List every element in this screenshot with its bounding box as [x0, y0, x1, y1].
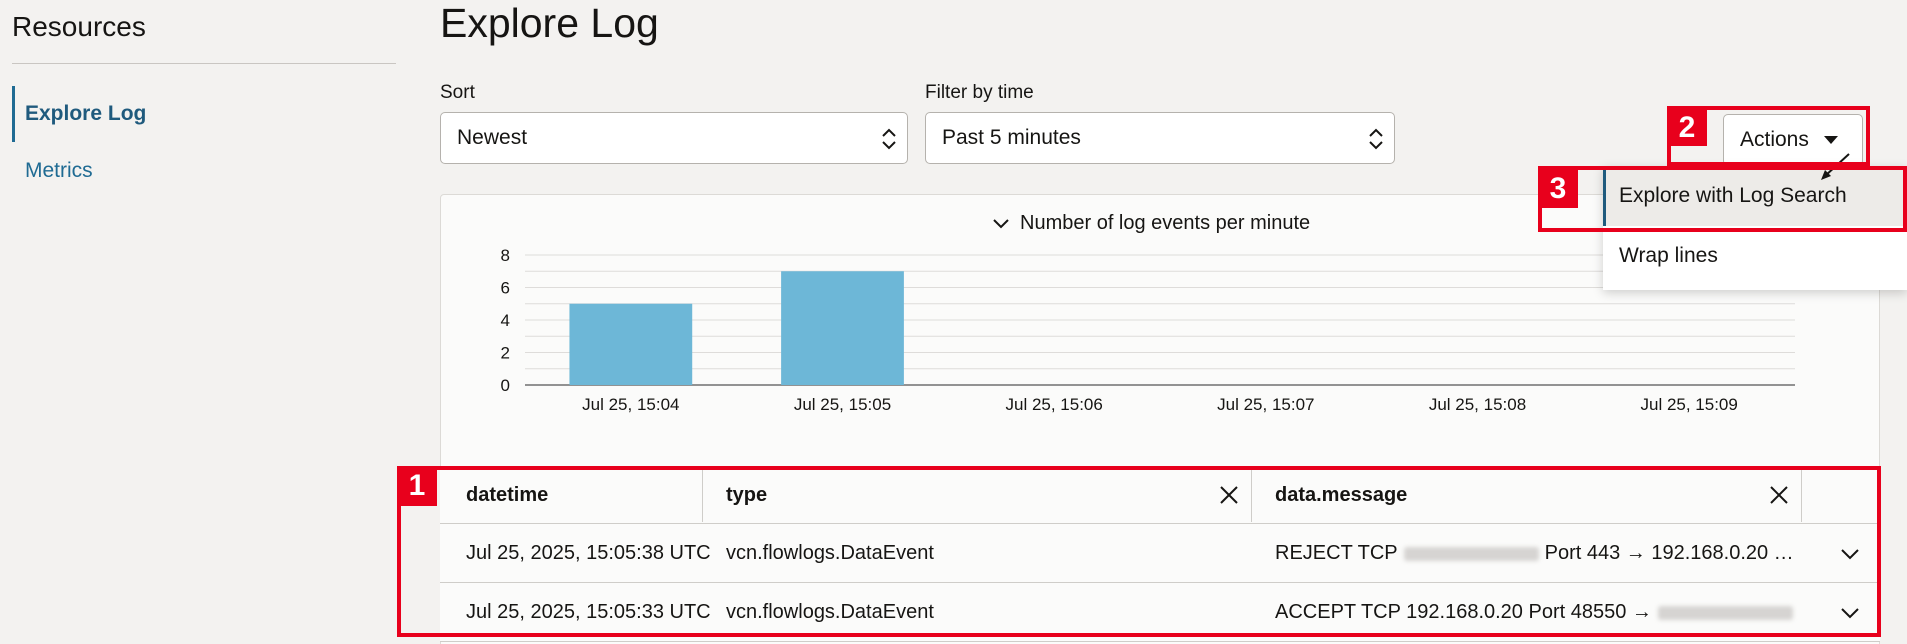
page-title: Explore Log — [440, 0, 659, 46]
filter-time-select[interactable]: Past 5 minutes — [925, 112, 1395, 164]
caret-down-icon — [1823, 136, 1838, 144]
remove-column-message-icon[interactable] — [1768, 484, 1790, 506]
y-tick-label: 6 — [501, 279, 510, 298]
x-tick-label: Jul 25, 15:06 — [1005, 395, 1102, 414]
filter-value: Past 5 minutes — [942, 126, 1081, 149]
sidebar-item-metrics[interactable]: Metrics — [12, 143, 392, 199]
table-row[interactable]: Jul 25, 2025, 15:05:33 UTC vcn.flowlogs.… — [440, 583, 1880, 642]
column-separator[interactable] — [1801, 466, 1802, 522]
remove-column-type-icon[interactable] — [1218, 484, 1240, 506]
annotation-badge-1: 1 — [397, 466, 437, 506]
actions-label: Actions — [1740, 128, 1809, 151]
menu-item-explore-log-search[interactable]: Explore with Log Search — [1603, 166, 1907, 226]
column-separator[interactable] — [702, 466, 703, 522]
sort-select[interactable]: Newest — [440, 112, 908, 164]
column-separator[interactable] — [1251, 466, 1252, 522]
column-header-type[interactable]: type — [726, 466, 767, 524]
message-prefix: ACCEPT TCP 192.168.0.20 Port 48550 → — [1275, 601, 1652, 623]
redacted-ip — [1403, 546, 1539, 561]
chevron-down-icon — [993, 218, 1009, 228]
chart-title: Number of log events per minute — [1020, 212, 1311, 234]
chart-title-toggle[interactable]: Number of log events per minute — [992, 212, 1310, 235]
filter-label: Filter by time — [925, 82, 1034, 103]
x-tick-label: Jul 25, 15:07 — [1217, 395, 1314, 414]
cell-message: REJECT TCP Port 443 → 192.168.0.20 … — [1275, 524, 1794, 583]
y-tick-label: 8 — [501, 246, 510, 265]
x-tick-label: Jul 25, 15:08 — [1429, 395, 1526, 414]
actions-menu: Explore with Log Search Wrap lines — [1603, 166, 1907, 290]
pointer-arrow-icon — [1821, 153, 1850, 180]
sort-label: Sort — [440, 82, 475, 103]
x-tick-label: Jul 25, 15:05 — [794, 395, 891, 414]
column-header-data-message[interactable]: data.message — [1275, 466, 1407, 524]
bar[interactable] — [781, 271, 904, 385]
cell-message: ACCEPT TCP 192.168.0.20 Port 48550 → — [1275, 583, 1799, 642]
table-row[interactable]: Jul 25, 2025, 15:05:38 UTC vcn.flowlogs.… — [440, 524, 1880, 583]
select-chevron-icon — [882, 128, 896, 150]
sidebar: Resources Explore Log Metrics — [0, 0, 400, 644]
column-header-datetime[interactable]: datetime — [466, 466, 548, 524]
sidebar-title: Resources — [12, 11, 146, 42]
cell-type: vcn.flowlogs.DataEvent — [726, 601, 934, 623]
sidebar-item-explore-log[interactable]: Explore Log — [12, 86, 392, 142]
redacted-ip — [1657, 605, 1793, 620]
select-chevron-icon — [1369, 128, 1383, 150]
x-tick-label: Jul 25, 15:09 — [1640, 395, 1737, 414]
x-tick-label: Jul 25, 15:04 — [582, 395, 679, 414]
message-suffix: Port 443 → 192.168.0.20 … — [1544, 542, 1794, 564]
bar[interactable] — [569, 303, 693, 385]
table-header: datetime type data.message — [440, 466, 1880, 524]
y-tick-label: 4 — [501, 311, 510, 330]
sidebar-divider — [12, 63, 396, 64]
annotation-badge-2: 2 — [1667, 110, 1707, 146]
message-prefix: REJECT TCP — [1275, 542, 1398, 564]
cell-datetime: Jul 25, 2025, 15:05:33 UTC — [466, 601, 711, 623]
y-tick-label: 0 — [501, 376, 510, 395]
expand-row-chevron-icon[interactable] — [1838, 601, 1862, 625]
expand-row-chevron-icon[interactable] — [1838, 542, 1862, 566]
cell-datetime: Jul 25, 2025, 15:05:38 UTC — [466, 542, 711, 564]
y-tick-label: 2 — [501, 344, 510, 363]
cell-type: vcn.flowlogs.DataEvent — [726, 542, 934, 564]
menu-item-wrap-lines[interactable]: Wrap lines — [1603, 226, 1907, 286]
sort-value: Newest — [457, 126, 528, 149]
annotation-badge-3: 3 — [1538, 170, 1578, 208]
